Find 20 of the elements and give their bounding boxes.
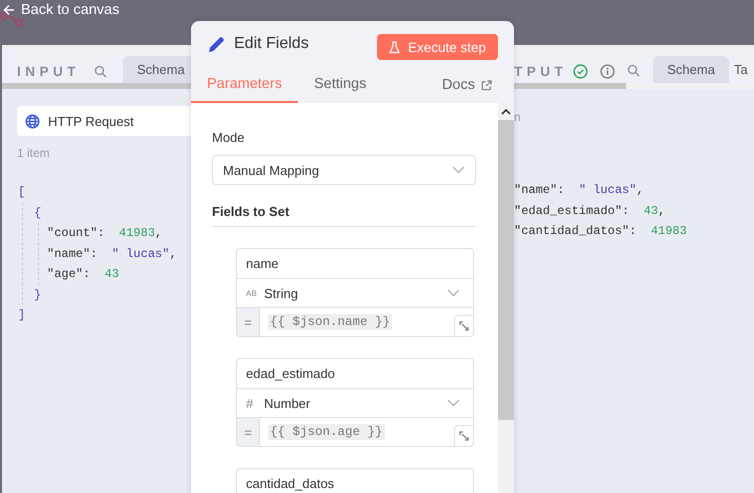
- item-count: 1 item: [17, 146, 51, 160]
- panel-title: TPUT: [514, 64, 568, 78]
- type-icon: AB: [246, 288, 264, 298]
- expression-mark: =: [237, 418, 260, 446]
- json-line: "name": " lucas",: [514, 182, 645, 199]
- panel-title: INPUT: [17, 64, 80, 78]
- json-line: "edad_estimado": 43,: [514, 202, 666, 220]
- section-heading: Fields to Set: [212, 204, 476, 227]
- expression-mark: =: [237, 308, 260, 336]
- json-line: "age": 43: [47, 266, 120, 283]
- json-line: "cantidad_datos": 41983: [514, 223, 688, 240]
- item-count: n: [514, 110, 522, 124]
- json-brace: }: [34, 286, 42, 304]
- dialog-title: Edit Fields: [234, 35, 309, 53]
- json-line: "name": " lucas",: [47, 246, 178, 262]
- json-bracket: [: [18, 184, 26, 201]
- json-brace: {: [34, 204, 42, 222]
- json-bracket: ]: [18, 307, 26, 324]
- type-icon: #: [246, 396, 264, 410]
- json-line: "count": 41983,: [47, 225, 164, 242]
